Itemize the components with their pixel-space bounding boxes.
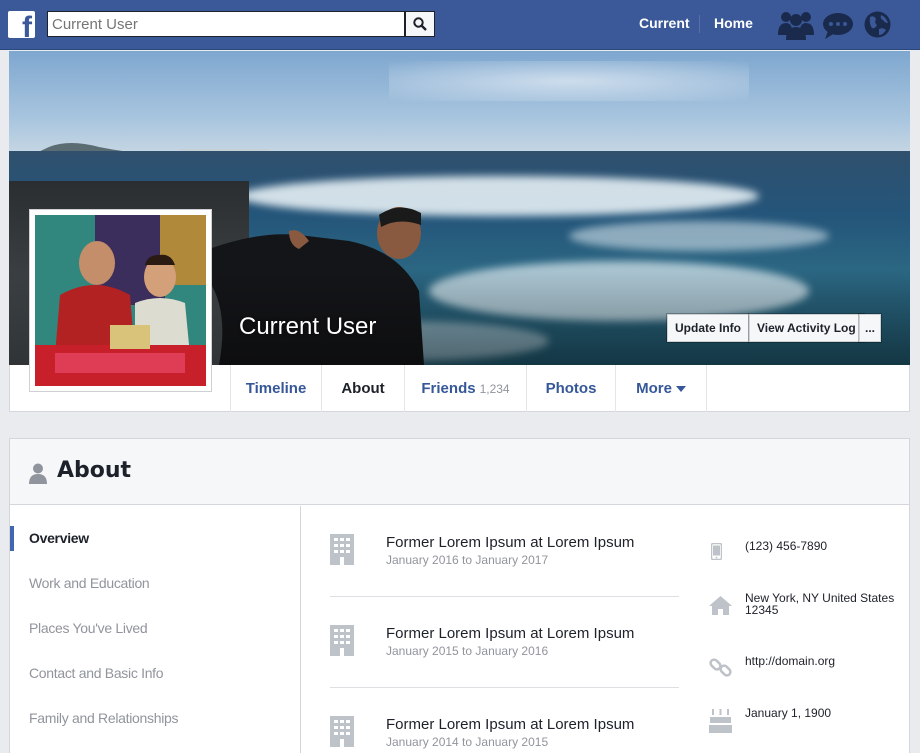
profile-name: Current User xyxy=(239,313,377,340)
work-dates: January 2016 to January 2017 xyxy=(386,553,549,567)
work-item: Former Lorem Ipsum at Lorem Ipsum Januar… xyxy=(330,716,680,753)
active-marker xyxy=(10,526,14,551)
tab-photos[interactable]: Photos xyxy=(526,365,615,412)
about-panel: About Overview Work and Education Places… xyxy=(9,438,910,753)
search-icon xyxy=(413,17,427,31)
divider xyxy=(330,596,679,597)
logo-letter: f xyxy=(22,11,32,39)
building-icon xyxy=(330,625,354,656)
tab-label: About xyxy=(341,380,385,397)
about-header: About xyxy=(10,439,909,505)
phone-icon xyxy=(711,543,722,560)
work-title[interactable]: Former Lorem Ipsum at Lorem Ipsum xyxy=(386,534,634,551)
birthday: January 1, 1900 xyxy=(745,706,832,720)
messages-icon[interactable] xyxy=(822,12,854,40)
tab-more[interactable]: More xyxy=(615,365,707,412)
sidebar-item-work-education[interactable]: Work and Education xyxy=(29,575,150,591)
friends-count: 1,234 xyxy=(479,382,510,396)
tab-about[interactable]: About xyxy=(321,365,404,412)
contact-location: New York, NY United States 12345 xyxy=(709,592,904,622)
caret-down-icon xyxy=(675,386,686,393)
website-link[interactable]: http://domain.org xyxy=(745,655,905,667)
cover-cloud xyxy=(389,61,749,101)
more-options-button[interactable]: ... xyxy=(859,314,881,342)
nav-home-link[interactable]: Home xyxy=(714,15,753,31)
tab-label: Photos xyxy=(545,380,597,397)
person-icon xyxy=(29,463,47,484)
contact-phone: (123) 456-7890 xyxy=(709,540,904,562)
tab-label: Friends xyxy=(421,380,476,397)
profile-photo-art xyxy=(35,215,206,386)
phone-number: (123) 456-7890 xyxy=(745,539,828,553)
nav-separator xyxy=(699,15,700,33)
globe-icon[interactable] xyxy=(864,11,891,38)
view-activity-log-button[interactable]: View Activity Log xyxy=(749,314,864,342)
home-icon xyxy=(709,596,732,615)
update-info-button[interactable]: Update Info xyxy=(667,314,749,342)
tab-timeline[interactable]: Timeline xyxy=(230,365,321,412)
work-title[interactable]: Former Lorem Ipsum at Lorem Ipsum xyxy=(386,625,634,642)
about-sidebar: Overview Work and Education Places You'v… xyxy=(10,506,301,753)
work-dates: January 2015 to January 2016 xyxy=(386,644,549,658)
building-icon xyxy=(330,716,354,747)
wave-foam xyxy=(569,221,829,251)
contact-website: http://domain.org xyxy=(709,655,904,679)
birthday-cake-icon xyxy=(709,709,732,733)
sidebar-item-family[interactable]: Family and Relationships xyxy=(29,710,179,726)
work-title[interactable]: Former Lorem Ipsum at Lorem Ipsum xyxy=(386,716,634,733)
work-item: Former Lorem Ipsum at Lorem Ipsum Januar… xyxy=(330,625,680,695)
profile-photo xyxy=(35,215,206,386)
tab-friends[interactable]: Friends 1,234 xyxy=(404,365,526,412)
search-button[interactable] xyxy=(405,11,435,37)
search-input[interactable] xyxy=(47,11,405,37)
tab-label: More xyxy=(636,380,672,397)
building-icon xyxy=(330,534,354,565)
divider xyxy=(330,687,679,688)
nav-current-link[interactable]: Current xyxy=(639,15,690,31)
work-dates: January 2014 to January 2015 xyxy=(386,735,549,749)
sidebar-item-overview[interactable]: Overview xyxy=(29,530,89,546)
work-item: Former Lorem Ipsum at Lorem Ipsum Januar… xyxy=(330,534,680,604)
facebook-logo[interactable]: f xyxy=(8,11,35,38)
sidebar-item-contact-info[interactable]: Contact and Basic Info xyxy=(29,665,164,681)
top-navigation-bar: f Current Home xyxy=(0,0,920,50)
link-icon xyxy=(709,658,732,677)
location: New York, NY United States 12345 xyxy=(745,591,895,617)
about-title: About xyxy=(57,458,132,483)
sidebar-item-places-lived[interactable]: Places You've Lived xyxy=(29,620,148,636)
friends-icon[interactable] xyxy=(778,9,814,41)
contact-birthday: January 1, 1900 xyxy=(709,707,904,733)
tab-label: Timeline xyxy=(245,380,307,397)
profile-picture[interactable] xyxy=(29,209,212,392)
